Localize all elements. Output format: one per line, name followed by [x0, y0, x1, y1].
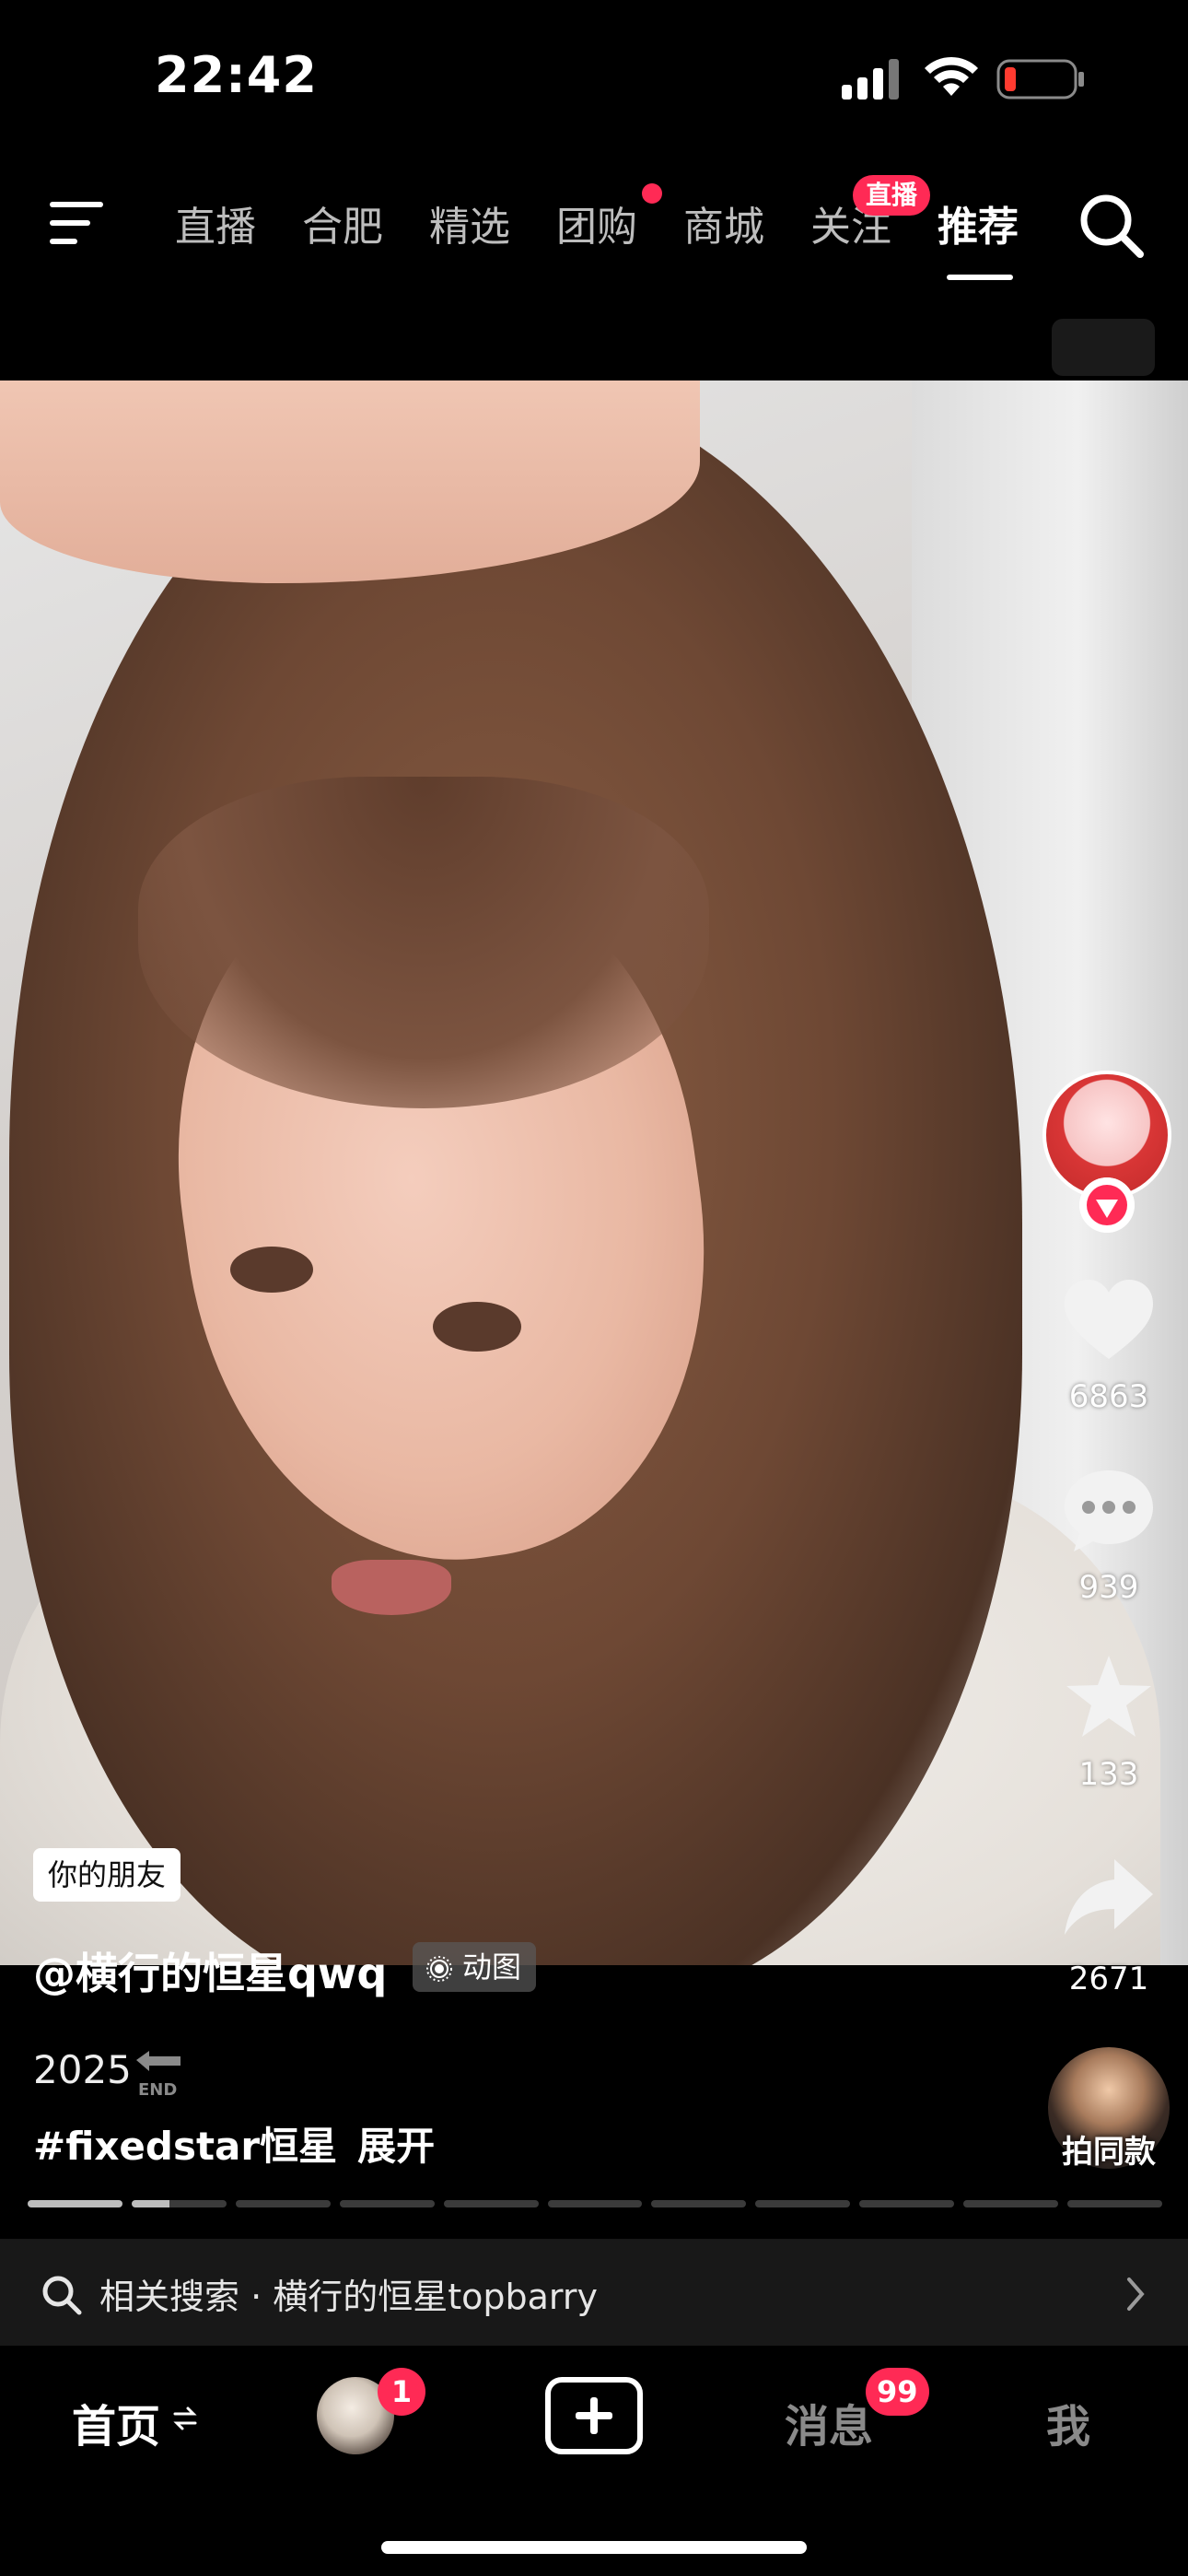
share-icon[interactable] — [1061, 1854, 1157, 1942]
related-search-text[interactable]: 相关搜索 · 横行的恒星topbarry — [99, 2268, 598, 2319]
favorite-count: 133 — [1078, 1756, 1139, 1793]
video-player[interactable] — [0, 381, 1188, 1965]
video-subject-eye — [433, 1302, 521, 1352]
progress-segment — [547, 2200, 643, 2207]
live-badge: 直播 — [853, 175, 931, 216]
progress-segment — [651, 2200, 747, 2207]
tab-city[interactable]: 合肥 — [302, 193, 383, 252]
home-indicator[interactable] — [381, 2541, 807, 2554]
video-progress-bar[interactable] — [28, 2200, 1162, 2207]
tab-home[interactable]: 首页 — [72, 2390, 160, 2454]
wifi-icon — [925, 56, 978, 96]
signal-icon — [842, 59, 899, 100]
tab-me[interactable]: 我 — [1046, 2390, 1090, 2454]
friend-badge: 你的朋友 — [33, 1848, 181, 1902]
battery-low-icon — [996, 59, 1084, 100]
hashtag-link[interactable]: #fixedstar恒星 — [33, 2124, 337, 2169]
motion-badge-label: 动图 — [462, 1950, 522, 1985]
tab-featured[interactable]: 精选 — [429, 193, 510, 252]
progress-segment — [859, 2200, 955, 2207]
search-icon[interactable] — [1077, 192, 1146, 260]
progress-segment — [755, 2200, 851, 2207]
progress-segment — [28, 2200, 122, 2207]
share-count: 2671 — [1068, 1961, 1149, 1997]
author-handle[interactable]: @横行的恒星qwq — [33, 1940, 387, 2001]
follow-button[interactable] — [1079, 1177, 1135, 1233]
notification-dot — [642, 183, 662, 204]
progress-segment — [235, 2200, 331, 2207]
end-key-icon: END — [136, 2051, 181, 2099]
caption-text: 2025 — [33, 2047, 132, 2092]
comment-count: 939 — [1078, 1569, 1139, 1606]
friends-notification-badge: 1 — [378, 2368, 425, 2416]
switch-arrows-icon — [173, 2406, 197, 2430]
search-icon — [42, 2276, 82, 2315]
same-style-label[interactable]: 拍同款 — [1048, 2126, 1170, 2172]
tab-live[interactable]: 直播 — [175, 193, 256, 252]
favorite-star-icon[interactable] — [1061, 1654, 1157, 1742]
tab-mall[interactable]: 商城 — [683, 193, 764, 252]
tab-recommended[interactable]: 推荐 — [938, 193, 1019, 252]
progress-segment — [339, 2200, 435, 2207]
expand-caption-link[interactable]: 展开 — [357, 2124, 435, 2169]
like-icon[interactable] — [1061, 1276, 1157, 1364]
svg-text:END: END — [138, 2080, 177, 2099]
comment-icon[interactable] — [1061, 1467, 1157, 1555]
messages-badge: 99 — [866, 2368, 929, 2416]
status-time: 22:42 — [155, 46, 318, 104]
chevron-right-icon — [1127, 2277, 1145, 2311]
live-photo-icon — [426, 1956, 452, 1982]
progress-segment — [131, 2200, 227, 2207]
menu-icon[interactable] — [48, 198, 107, 248]
active-tab-indicator — [947, 275, 1013, 280]
motion-badge[interactable]: 动图 — [413, 1942, 537, 1992]
tab-group-buy[interactable]: 团购 — [556, 193, 637, 252]
overlay-pill — [1052, 319, 1155, 376]
progress-segment — [1067, 2200, 1162, 2207]
video-subject-eye — [230, 1247, 313, 1293]
progress-segment — [443, 2200, 539, 2207]
caption-hashtags: #fixedstar恒星 展开 — [33, 2115, 435, 2172]
video-subject-bangs — [138, 777, 709, 1108]
video-subject-lips — [332, 1560, 451, 1615]
progress-segment — [963, 2200, 1059, 2207]
tab-messages[interactable]: 消息 — [785, 2390, 873, 2454]
like-count: 6863 — [1068, 1378, 1149, 1415]
plus-icon — [576, 2397, 612, 2434]
